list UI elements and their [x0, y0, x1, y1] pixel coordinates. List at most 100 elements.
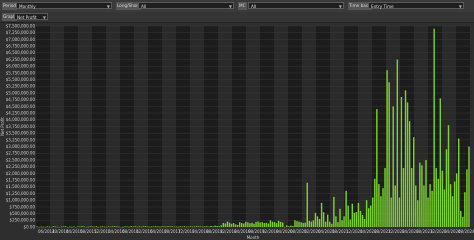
bar — [363, 218, 366, 227]
bar — [441, 170, 444, 227]
bar — [236, 224, 239, 227]
chevron-down-icon: ▼ — [42, 15, 46, 20]
y-tick-label: $2,000,000.00 — [6, 171, 36, 176]
bar — [359, 210, 362, 227]
bar — [234, 224, 237, 227]
bar — [134, 226, 137, 227]
graph-select[interactable]: Net Profit ▼ — [14, 13, 48, 20]
bar — [300, 222, 302, 227]
bar — [193, 226, 196, 228]
bar — [257, 221, 259, 227]
bar — [75, 227, 77, 228]
toolbar-row-2: Graph Net Profit ▼ — [0, 12, 474, 23]
bar — [396, 59, 399, 227]
bar — [89, 226, 91, 227]
bar — [464, 192, 466, 227]
bar — [421, 165, 423, 227]
bar — [126, 226, 128, 228]
period-label: Period — [2, 2, 18, 10]
bar — [302, 222, 304, 227]
bar — [56, 226, 59, 228]
y-tick-label: $6,500,000.00 — [6, 50, 36, 55]
bar — [267, 223, 270, 227]
bar — [157, 226, 159, 228]
bar — [298, 221, 300, 227]
bar — [402, 168, 405, 227]
bar — [259, 222, 261, 227]
bar — [210, 225, 212, 227]
bar — [279, 221, 282, 227]
bar — [226, 221, 229, 227]
y-tick-label: $1,250,000.00 — [6, 191, 36, 196]
chevron-down-icon: ▼ — [458, 4, 462, 9]
bar — [410, 168, 413, 227]
y-tick-label: $1,500,000.00 — [6, 184, 36, 189]
bar — [343, 216, 345, 227]
bar — [460, 210, 462, 227]
bar — [462, 216, 464, 227]
bar — [318, 218, 321, 227]
bar — [73, 226, 75, 228]
bar — [214, 225, 216, 227]
bar — [374, 178, 376, 227]
chevron-down-icon: ▼ — [228, 4, 232, 9]
bar — [95, 226, 98, 227]
bar — [62, 226, 65, 228]
bar — [230, 223, 233, 227]
bar — [85, 227, 87, 228]
y-tick-label: $2,500,000.00 — [6, 157, 36, 162]
bar — [322, 212, 325, 227]
y-tick-label: $1,750,000.00 — [6, 178, 36, 183]
bar — [271, 221, 274, 227]
bar — [390, 197, 392, 227]
bar — [443, 189, 446, 227]
bar — [337, 222, 339, 227]
bar — [349, 219, 351, 227]
y-tick-label: $2,250,000.00 — [6, 164, 36, 169]
bar — [294, 220, 296, 227]
bar — [286, 225, 288, 227]
long-short-select[interactable]: All ▼ — [138, 2, 234, 9]
bar — [241, 222, 243, 227]
period-select[interactable]: Monthly ▼ — [16, 2, 112, 9]
bar — [220, 225, 222, 227]
bar — [200, 226, 202, 228]
chevron-down-icon: ▼ — [338, 4, 342, 9]
bar — [101, 226, 104, 227]
bar — [212, 226, 214, 227]
y-tick-label: $750,000.00 — [10, 204, 36, 209]
bar — [400, 97, 403, 228]
bar — [175, 226, 177, 228]
y-axis-ticks: $0.00$250,000.00$500,000.00$750,000.00$1… — [6, 23, 36, 229]
bar — [386, 70, 388, 227]
bar — [112, 226, 114, 227]
bar — [437, 178, 439, 227]
bar — [122, 226, 124, 228]
bar — [427, 197, 429, 227]
chevron-down-icon: ▼ — [106, 4, 110, 9]
bar — [46, 226, 48, 227]
y-tick-label: $5,250,000.00 — [6, 84, 36, 89]
bar — [152, 226, 155, 228]
bar — [335, 216, 337, 227]
bar — [269, 220, 272, 227]
bar — [433, 28, 435, 228]
net-profit-chart: $0.00$250,000.00$500,000.00$750,000.00$1… — [0, 23, 474, 240]
bar — [333, 196, 335, 227]
bar — [114, 226, 116, 227]
bar — [451, 196, 454, 227]
bar — [312, 220, 315, 227]
bar — [251, 222, 253, 227]
bar — [357, 202, 360, 227]
bar — [468, 146, 470, 227]
bar — [185, 226, 188, 228]
bar — [67, 227, 69, 228]
time-base-select[interactable]: Entry Time ▼ — [368, 2, 464, 9]
y-tick-label: $0.00 — [24, 224, 36, 229]
bar — [243, 223, 245, 227]
bar — [361, 214, 364, 227]
bar — [169, 226, 171, 228]
bar — [329, 221, 331, 227]
bar — [54, 226, 57, 228]
mc-select[interactable]: All ▼ — [248, 2, 344, 9]
